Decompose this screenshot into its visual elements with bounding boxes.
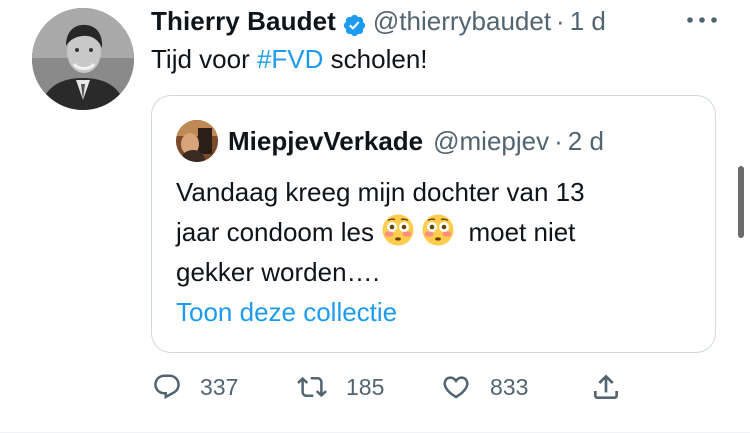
quote-time[interactable]: 2 d bbox=[568, 126, 604, 157]
retweet-icon bbox=[297, 376, 327, 398]
more-options-button[interactable] bbox=[684, 10, 720, 30]
flushed-face-emoji-icon bbox=[421, 213, 455, 247]
quote-text-line-2: jaar condoom les moet niet bbox=[176, 212, 696, 252]
reply-count: 337 bbox=[200, 373, 239, 400]
retweet-count: 185 bbox=[346, 373, 385, 400]
verified-badge-icon bbox=[342, 9, 367, 36]
reply-button[interactable]: 337 bbox=[152, 364, 238, 410]
retweet-button[interactable]: 185 bbox=[296, 364, 384, 410]
share-icon bbox=[594, 374, 618, 399]
reply-icon bbox=[154, 374, 180, 400]
more-dots-icon bbox=[687, 17, 717, 23]
quote-text-line-2-suffix: moet niet bbox=[461, 217, 576, 247]
hashtag-link[interactable]: #FVD bbox=[257, 44, 323, 74]
quote-text-line-1: Vandaag kreeg mijn dochter van 13 bbox=[176, 177, 585, 207]
tweet-actions-bar: 337 185 833 bbox=[0, 364, 750, 410]
quote-text-line-3: gekker worden…. bbox=[176, 257, 380, 287]
quote-author-avatar[interactable] bbox=[176, 120, 218, 162]
tweet-header: Thierry Baudet @thierrybaudet · 1 d bbox=[151, 1, 606, 41]
like-count: 833 bbox=[490, 373, 529, 400]
quote-text-line-2-prefix: jaar condoom les bbox=[176, 217, 374, 247]
author-avatar-image bbox=[32, 8, 134, 110]
show-collection-link[interactable]: Toon deze collectie bbox=[176, 294, 397, 330]
author-avatar[interactable] bbox=[32, 8, 134, 110]
scrollbar[interactable] bbox=[738, 166, 744, 238]
quote-author-handle[interactable]: @miepjev bbox=[433, 126, 549, 157]
separator-dot: · bbox=[556, 6, 565, 36]
author-name[interactable]: Thierry Baudet bbox=[151, 1, 336, 41]
tweet-text-suffix: scholen! bbox=[323, 44, 428, 74]
quote-author-name[interactable]: MiepjevVerkade bbox=[228, 126, 423, 157]
flushed-face-emoji-icon bbox=[381, 213, 415, 247]
tweet-text-prefix: Tijd voor bbox=[151, 44, 257, 74]
share-button[interactable] bbox=[590, 364, 622, 410]
quote-separator-dot: · bbox=[554, 125, 563, 156]
quote-avatar-image bbox=[176, 120, 218, 162]
quoted-tweet-card[interactable]: MiepjevVerkade @miepjev · 2 d Vandaag kr… bbox=[151, 95, 716, 353]
author-handle[interactable]: @thierrybaudet bbox=[373, 1, 551, 41]
heart-icon bbox=[443, 376, 469, 399]
quote-header: MiepjevVerkade @miepjev · 2 d bbox=[228, 122, 604, 160]
tweet-time[interactable]: 1 d bbox=[570, 1, 606, 41]
like-button[interactable]: 833 bbox=[440, 364, 528, 410]
quote-text: Vandaag kreeg mijn dochter van 13 jaar c… bbox=[176, 172, 696, 292]
tweet-text: Tijd voor #FVD scholen! bbox=[151, 41, 428, 77]
